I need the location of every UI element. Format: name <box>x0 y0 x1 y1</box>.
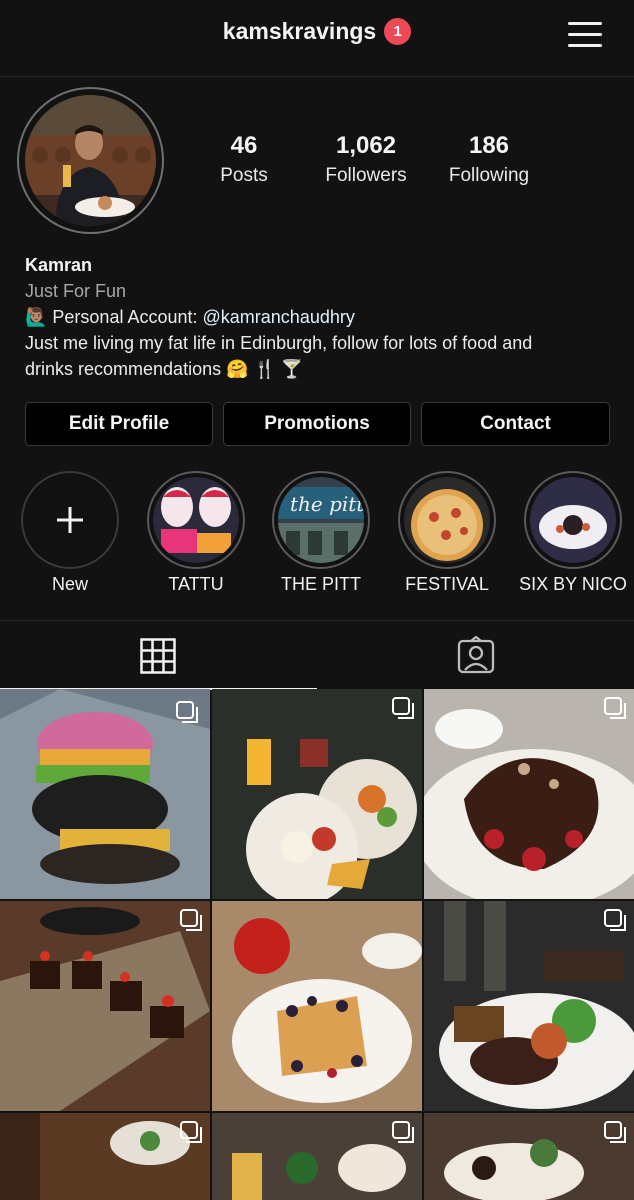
highlight-tattu[interactable]: TATTU <box>141 471 251 595</box>
highlight-circle: the pitt <box>272 471 370 569</box>
profile-tabs <box>0 620 634 690</box>
posts-label: Posts <box>220 165 268 186</box>
username-text: kamskravings <box>222 18 377 44</box>
multiple-posts-icon <box>392 697 414 719</box>
highlight-cover-image <box>404 477 490 563</box>
bio-line-2: Just me living my fat life in Edinburgh,… <box>25 333 533 353</box>
plus-icon <box>57 507 83 533</box>
promotions-button[interactable]: Promotions <box>223 402 411 446</box>
highlight-circle <box>147 471 245 569</box>
highlight-cover-image: the pitt <box>278 477 364 563</box>
highlight-label: FESTIVAL <box>405 574 489 594</box>
highlight-festival[interactable]: FESTIVAL <box>392 471 502 595</box>
highlight-cover-image <box>530 477 616 563</box>
top-bar: kamskravings 1 <box>0 0 634 77</box>
stat-posts[interactable]: 46 Posts <box>179 132 309 187</box>
bio-line-3: drinks recommendations 🤗 🍴 🍸 <box>25 359 304 379</box>
following-label: Following <box>448 165 530 186</box>
multiple-posts-icon <box>604 1121 626 1143</box>
profile-category: Just For Fun <box>25 281 127 301</box>
bio: Kamran Just For Fun 🙋🏽‍♂️ Personal Accou… <box>25 252 615 382</box>
bio-mention-link[interactable]: @kamranchaudhry <box>203 307 355 327</box>
post-thumbnail[interactable] <box>212 1113 422 1200</box>
stat-followers[interactable]: 1,062 Followers <box>301 132 431 187</box>
grid-icon <box>140 638 176 674</box>
multiple-posts-icon <box>180 909 202 931</box>
multiple-posts-icon <box>604 697 626 719</box>
post-thumbnail[interactable] <box>424 689 634 899</box>
multiple-posts-icon <box>604 909 626 931</box>
multiple-posts-icon <box>176 701 198 723</box>
post-thumbnail[interactable] <box>0 1113 210 1200</box>
posts-count: 46 <box>230 132 258 159</box>
stat-following[interactable]: 186 Following <box>424 132 554 187</box>
highlight-circle <box>398 471 496 569</box>
multiple-posts-icon <box>180 1121 202 1143</box>
post-thumbnail[interactable] <box>212 901 422 1111</box>
followers-label: Followers <box>325 165 407 186</box>
tab-grid[interactable] <box>0 621 317 690</box>
highlight-six-by-nico[interactable]: SIX BY NICO <box>518 471 628 595</box>
notification-badge[interactable]: 1 <box>384 18 412 45</box>
post-thumbnail[interactable] <box>424 901 634 1111</box>
avatar[interactable] <box>25 95 156 226</box>
multiple-posts-icon <box>392 1121 414 1143</box>
highlight-label: THE PITT <box>281 574 361 594</box>
post-thumbnail[interactable] <box>212 689 422 899</box>
bio-line-1: 🙋🏽‍♂️ Personal Account: @kamranchaudhry <box>25 304 615 330</box>
highlight-circle <box>524 471 622 569</box>
edit-profile-button[interactable]: Edit Profile <box>25 402 213 446</box>
followers-count: 1,062 <box>335 132 397 159</box>
highlight-new[interactable]: New <box>15 471 125 595</box>
highlight-the-pitt[interactable]: the pitt THE PITT <box>266 471 376 595</box>
new-highlight-circle <box>21 471 119 569</box>
post-thumbnail[interactable] <box>424 1113 634 1200</box>
highlight-label: SIX BY NICO <box>519 574 627 594</box>
tab-tagged[interactable] <box>317 621 634 689</box>
highlight-label: New <box>51 574 88 594</box>
post-thumbnail[interactable] <box>0 901 210 1111</box>
username-header[interactable]: kamskravings 1 <box>0 18 634 45</box>
contact-button[interactable]: Contact <box>421 402 610 446</box>
bio-line-1-text: 🙋🏽‍♂️ Personal Account: <box>25 307 203 327</box>
highlight-label: TATTU <box>168 574 224 594</box>
svg-text:the pitt: the pitt <box>290 492 364 516</box>
tagged-person-icon <box>457 636 495 674</box>
highlight-cover-image <box>153 477 239 563</box>
hamburger-menu-icon[interactable] <box>568 20 602 48</box>
profile-name: Kamran <box>25 255 93 275</box>
following-count: 186 <box>468 132 510 159</box>
